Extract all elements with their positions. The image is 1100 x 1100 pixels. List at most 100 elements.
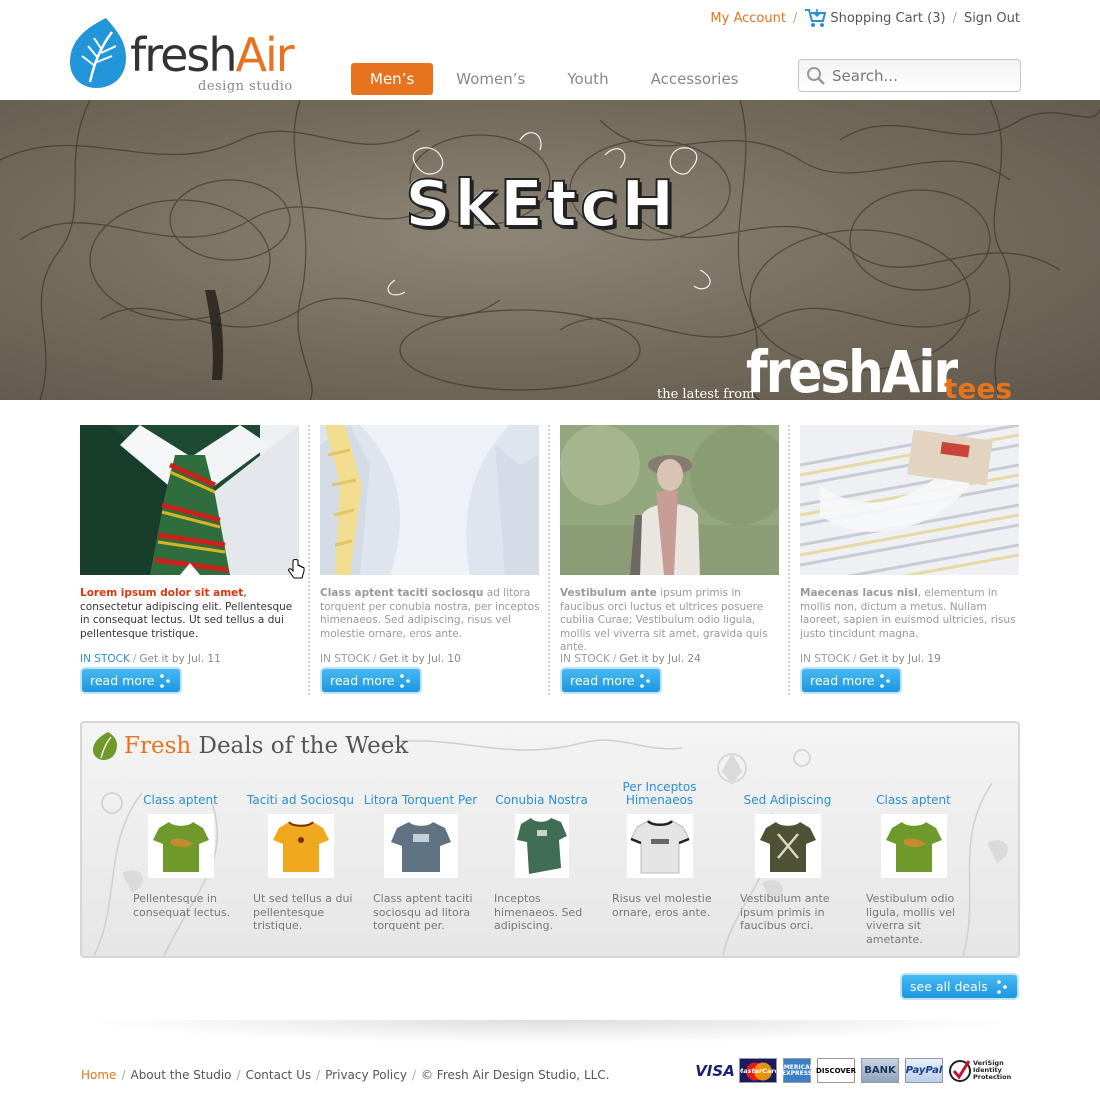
striped-shirt-photo (800, 425, 1019, 575)
bank-icon: BANK (861, 1058, 899, 1083)
product-image-striped-shirt[interactable] (800, 425, 1019, 575)
woman-scarf-photo (560, 425, 779, 575)
hero-sketch-title: SkEtcH (404, 167, 678, 243)
deal-name-link[interactable]: Sed Adipiscing (730, 781, 845, 807)
dots-icon (640, 673, 650, 688)
nav-tab-mens[interactable]: Men’s (351, 63, 434, 95)
verisign-check-icon (949, 1059, 971, 1082)
search-icon[interactable] (806, 66, 826, 86)
see-all-deals-button[interactable]: see all deals (900, 973, 1019, 1000)
product-stock-line: IN STOCK / Get it by Jul. 11 (80, 653, 221, 665)
hero-tagline-brand: freshAir (746, 339, 958, 406)
separator: / (316, 1068, 321, 1082)
my-account-link[interactable]: My Account (710, 11, 786, 26)
brand-logo[interactable]: freshAir design studio (68, 16, 298, 96)
dots-icon (997, 979, 1007, 994)
product-image-shirt[interactable] (320, 425, 539, 575)
footer-link-about[interactable]: About the Studio (130, 1068, 231, 1082)
deal-name-link[interactable]: Class aptent (856, 781, 971, 807)
tshirt-image[interactable] (514, 814, 569, 878)
tshirt-image[interactable] (880, 814, 947, 878)
dotted-divider (788, 425, 790, 695)
american-express-icon: AMERICAN EXPRESS (779, 1058, 815, 1083)
paypal-icon: PayPal (905, 1058, 943, 1083)
tshirt-image[interactable] (383, 814, 458, 878)
nav-tab-youth[interactable]: Youth (548, 63, 627, 95)
cursor-hand-icon (288, 559, 305, 579)
ship-date: Get it by Jul. 10 (379, 653, 461, 665)
shopping-cart-icon[interactable] (804, 8, 828, 28)
deal-name-link[interactable]: Class aptent (123, 781, 238, 807)
dotted-divider (548, 425, 550, 695)
footer-link-privacy[interactable]: Privacy Policy (325, 1068, 407, 1082)
discover-icon: DISCOVER (816, 1058, 856, 1083)
payment-methods: VISA MasterCard AMERICAN EXPRESS DISCOVE… (695, 1058, 1015, 1083)
product-card: Lorem ipsum dolor sit amet, consectetur … (80, 425, 305, 697)
read-more-button[interactable]: read more (320, 667, 422, 694)
tshirt-icon (885, 822, 942, 872)
deal-name-link[interactable]: Taciti ad Sociosqu (243, 781, 358, 807)
dots-icon (160, 673, 170, 688)
deal-item[interactable]: Conubia Nostra Inceptos himenaeos. Sed a… (484, 781, 599, 933)
deals-of-the-week-panel: Fresh Deals of the Week Class aptent Pel… (80, 721, 1020, 958)
product-image-woman[interactable] (560, 425, 779, 575)
deal-item[interactable]: Sed Adipiscing Vestibulum ante ipsum pri… (730, 781, 845, 933)
ship-date: Get it by Jul. 19 (859, 653, 941, 665)
stock-status: IN STOCK (320, 653, 370, 665)
deal-description: Inceptos himenaeos. Sed adipiscing. (494, 892, 583, 932)
ship-date: Get it by Jul. 24 (619, 653, 701, 665)
dots-icon (400, 673, 410, 688)
deal-item[interactable]: Taciti ad Sociosqu Ut sed tellus a dui p… (243, 781, 358, 933)
nav-tab-womens[interactable]: Women’s (437, 63, 544, 95)
search-box[interactable] (798, 59, 1021, 92)
stock-status: IN STOCK (560, 653, 610, 665)
product-description: Vestibulum ante ipsum primis in faucibus… (560, 587, 768, 653)
sign-out-link[interactable]: Sign Out (964, 11, 1020, 26)
tshirt-icon (152, 822, 209, 872)
copyright: © Fresh Air Design Studio, LLC. (420, 1068, 610, 1082)
visa-icon: VISA (695, 1061, 735, 1080)
product-stock-line: IN STOCK / Get it by Jul. 19 (800, 653, 941, 665)
deal-name-link[interactable]: Per Inceptos Himenaeos (602, 781, 717, 807)
main-nav: Men’s Women’s Youth Accessories (351, 63, 761, 95)
tshirt-image[interactable] (267, 814, 334, 878)
product-description: Class aptent taciti sociosqu ad litora t… (320, 587, 540, 640)
separator: / (411, 1068, 416, 1082)
read-more-button[interactable]: read more (560, 667, 662, 694)
search-input[interactable] (832, 66, 1012, 85)
tshirt-image[interactable] (147, 814, 214, 878)
brand-subtitle: design studio (198, 79, 293, 94)
product-stock-line: IN STOCK / Get it by Jul. 10 (320, 653, 461, 665)
ship-date: Get it by Jul. 11 (139, 653, 221, 665)
tshirt-image[interactable] (754, 814, 821, 878)
deal-name-link[interactable]: Conubia Nostra (484, 781, 599, 807)
hero-tagline-tees: tees (944, 372, 1013, 405)
deal-description: Ut sed tellus a dui pellentesque tristiq… (253, 892, 353, 932)
deal-description: Vestibulum ante ipsum primis in faucibus… (740, 892, 830, 932)
tshirt-icon (629, 820, 690, 874)
white-shirt-photo (320, 425, 539, 575)
nav-tab-accessories[interactable]: Accessories (632, 63, 758, 95)
read-more-button[interactable]: read more (800, 667, 902, 694)
separator: / (952, 10, 957, 26)
deal-description: Risus vel molestie ornare, eros ante. (612, 892, 712, 919)
deal-name-link[interactable]: Litora Torquent Per (363, 781, 478, 807)
verisign-badge: VeriSign Identity Protection (949, 1059, 1015, 1083)
deal-item[interactable]: Litora Torquent Per Class aptent taciti … (363, 781, 478, 933)
footer-shadow-divider (80, 1020, 1020, 1044)
deal-item[interactable]: Class aptent Pellentesque in consequat l… (123, 781, 238, 919)
footer-link-contact[interactable]: Contact Us (246, 1068, 312, 1082)
footer-link-home[interactable]: Home (81, 1068, 116, 1082)
deal-item[interactable]: Class aptent Vestibulum odio ligula, mol… (856, 781, 971, 946)
dots-icon (880, 673, 890, 688)
hero-tagline-small: the latest from (657, 387, 755, 402)
shopping-cart-link[interactable]: Shopping Cart (3) (830, 11, 945, 26)
deal-item[interactable]: Per Inceptos Himenaeos Risus vel molesti… (602, 781, 717, 919)
mastercard-icon: MasterCard (739, 1058, 777, 1083)
read-more-button[interactable]: read more (80, 667, 182, 694)
product-image-tie[interactable] (80, 425, 299, 575)
product-description: Maecenas lacus nisl, elementum in mollis… (800, 587, 1016, 640)
green-tie-photo (80, 425, 299, 575)
tshirt-image[interactable] (626, 814, 693, 878)
leaf-logo-icon (70, 18, 126, 88)
